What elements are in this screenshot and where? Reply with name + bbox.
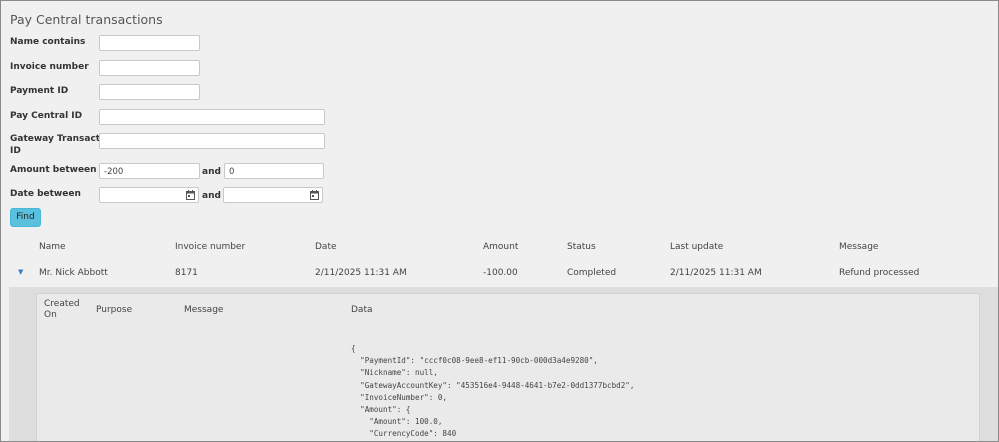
column-header-status[interactable]: Status <box>567 242 596 252</box>
amount-and-label: and <box>202 167 221 177</box>
detail-header-data[interactable]: Data <box>351 305 373 316</box>
detail-header-created-on[interactable]: Created On <box>44 299 80 321</box>
row-message: Refund processed <box>839 268 920 278</box>
gateway-transaction-id-input[interactable] <box>99 133 325 149</box>
invoice-number-input[interactable] <box>99 60 200 76</box>
row-last-update: 2/11/2025 11:31 AM <box>670 268 762 278</box>
row-name: Mr. Nick Abbott <box>39 268 108 278</box>
app-window: Pay Central transactions Name contains I… <box>0 0 999 442</box>
detail-data-json: { "PaymentId": "cccf0c08-9ee8-ef11-90cb-… <box>351 344 635 439</box>
pay-central-id-label: Pay Central ID <box>10 111 83 121</box>
date-and-label: and <box>202 191 221 201</box>
amount-to-input[interactable]: 0 <box>224 163 324 179</box>
column-header-last-update[interactable]: Last update <box>670 242 723 252</box>
expand-row-icon[interactable]: ▼ <box>18 268 23 276</box>
payment-id-label: Payment ID <box>10 86 69 96</box>
calendar-icon[interactable] <box>310 190 319 200</box>
date-to-input[interactable] <box>223 187 323 203</box>
amount-from-input[interactable]: -200 <box>99 163 200 179</box>
invoice-number-label: Invoice number <box>10 62 89 72</box>
name-contains-label: Name contains <box>10 37 86 47</box>
column-header-name[interactable]: Name <box>39 242 66 252</box>
row-date: 2/11/2025 11:31 AM <box>315 268 407 278</box>
page-title: Pay Central transactions <box>10 12 163 27</box>
payment-id-input[interactable] <box>99 84 200 100</box>
created-on-line1: Created <box>44 299 80 309</box>
created-on-line2: On <box>44 310 57 320</box>
pay-central-id-input[interactable] <box>99 109 325 125</box>
calendar-icon[interactable] <box>186 190 195 200</box>
find-button[interactable]: Find <box>10 208 41 227</box>
amount-between-label: Amount between <box>10 165 97 175</box>
detail-header-message[interactable]: Message <box>184 305 223 316</box>
date-from-input[interactable] <box>99 187 199 203</box>
column-header-amount[interactable]: Amount <box>483 242 518 252</box>
column-header-invoice-number[interactable]: Invoice number <box>175 242 245 252</box>
column-header-date[interactable]: Date <box>315 242 337 252</box>
name-contains-input[interactable] <box>99 35 200 51</box>
row-invoice-number: 8171 <box>175 268 198 278</box>
date-between-label: Date between <box>10 189 81 199</box>
column-header-message[interactable]: Message <box>839 242 878 252</box>
row-status: Completed <box>567 268 617 278</box>
row-amount: -100.00 <box>483 268 518 278</box>
detail-header-purpose[interactable]: Purpose <box>96 305 132 316</box>
